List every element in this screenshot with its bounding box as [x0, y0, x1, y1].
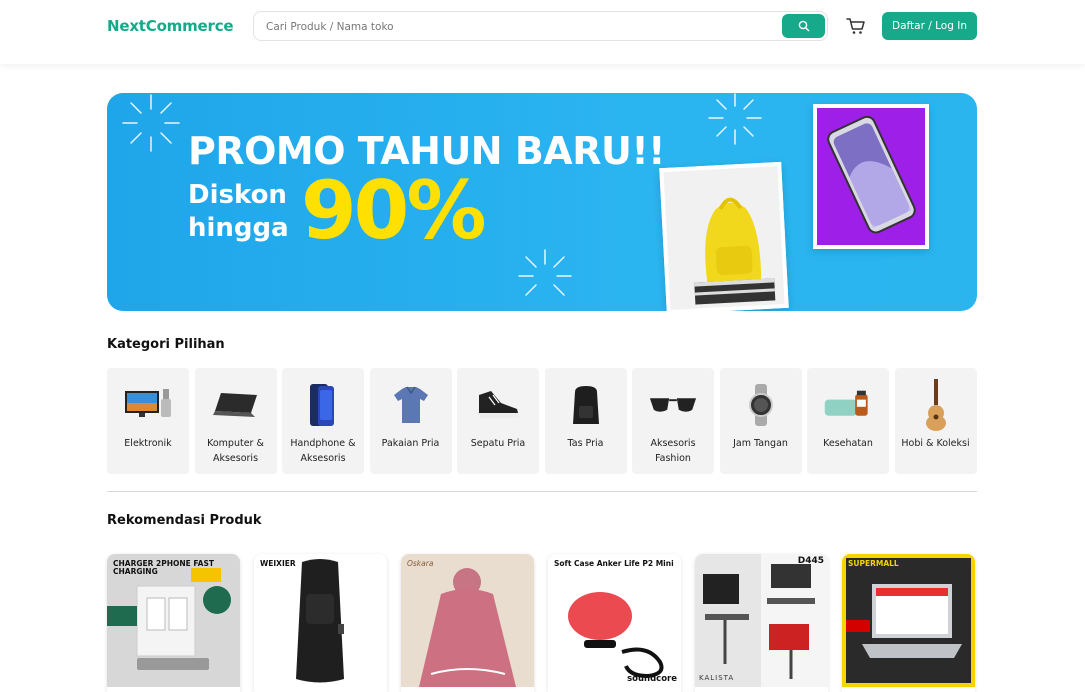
product-image [842, 554, 975, 687]
category-card-jam-tangan[interactable]: Jam Tangan [719, 368, 802, 474]
category-card-elektronik[interactable]: Elektronik [107, 368, 189, 474]
product-list: CHARGER 2PHONE FAST CHARGING WEIXIER Osk… [107, 554, 977, 692]
category-card-pakaian-pria[interactable]: Pakaian Pria [369, 368, 452, 474]
category-label: Sepatu Pria [470, 438, 526, 449]
product-card[interactable]: Soft Case Anker Life P2 Mini soundcore [548, 554, 681, 692]
category-label: Aksesoris Fashion [650, 438, 696, 464]
category-label: Pakaian Pria [381, 438, 440, 449]
top-header: NextCommerce Daftar / Log In [0, 0, 1085, 64]
banner-phone-photo [813, 104, 929, 249]
watch-icon [736, 382, 786, 428]
sunglasses-icon [648, 382, 698, 428]
search-icon [798, 20, 809, 32]
product-brand: KALISTA [699, 674, 735, 682]
site-logo[interactable]: NextCommerce [107, 17, 234, 35]
category-label: Handphone & Aksesoris [290, 438, 356, 464]
search-bar[interactable] [253, 11, 828, 41]
phone-icon [298, 382, 348, 428]
tv-icon [123, 382, 173, 428]
product-image [254, 554, 387, 687]
shoe-icon [473, 382, 523, 428]
product-card[interactable]: WEIXIER [254, 554, 387, 692]
category-label: Komputer & Aksesoris [207, 438, 264, 464]
register-login-button[interactable]: Daftar / Log In [882, 12, 977, 40]
category-card-sepatu-pria[interactable]: Sepatu Pria [457, 368, 539, 474]
category-card-tas-pria[interactable]: Tas Pria [544, 368, 627, 474]
search-button[interactable] [782, 14, 825, 38]
category-list: Elektronik Komputer & Aksesoris Handphon… [107, 368, 979, 474]
guitar-icon [911, 379, 961, 431]
banner-subtitle-line1: Diskon [188, 180, 287, 210]
product-code: D445 [797, 556, 824, 566]
search-input[interactable] [266, 18, 766, 35]
product-image [548, 554, 681, 687]
recommendation-section-title: Rekomendasi Produk [107, 513, 262, 528]
banner-backpack-photo [659, 161, 789, 311]
backpack-icon [561, 382, 611, 428]
product-caption: WEIXIER [260, 559, 296, 568]
product-image [401, 554, 534, 687]
category-label: Jam Tangan [733, 438, 788, 449]
product-caption: Oskara [407, 559, 434, 568]
shirt-icon [386, 382, 436, 428]
category-card-komputer[interactable]: Komputer & Aksesoris [194, 368, 277, 474]
category-card-aksesoris-fashion[interactable]: Aksesoris Fashion [632, 368, 714, 474]
banner-discount-percent: 90% [301, 164, 486, 257]
product-caption: CHARGER 2PHONE FAST CHARGING [113, 559, 214, 577]
product-image [695, 554, 828, 687]
product-card[interactable]: SUPERMALL [842, 554, 975, 692]
mask-icon [823, 382, 873, 428]
category-section-title: Kategori Pilihan [107, 337, 225, 352]
banner-subtitle-line2: hingga [188, 213, 289, 243]
laptop-icon [211, 382, 261, 428]
cart-icon [846, 18, 865, 34]
category-card-hobi-koleksi[interactable]: Hobi & Koleksi [894, 368, 977, 474]
product-card[interactable]: CHARGER 2PHONE FAST CHARGING [107, 554, 240, 692]
category-card-handphone[interactable]: Handphone & Aksesoris [282, 368, 364, 474]
product-caption: SUPERMALL [848, 559, 899, 568]
category-card-kesehatan[interactable]: Kesehatan [807, 368, 889, 474]
category-label: Elektronik [124, 438, 172, 449]
product-card[interactable]: D445 KALISTA [695, 554, 828, 692]
category-label: Kesehatan [823, 438, 873, 449]
section-divider [107, 491, 977, 492]
product-caption: Soft Case Anker Life P2 Mini [554, 559, 674, 568]
product-brand: soundcore [627, 674, 677, 684]
cart-button[interactable] [845, 15, 867, 37]
category-label: Tas Pria [567, 438, 604, 449]
promo-banner[interactable]: PROMO TAHUN BARU!! Diskon hingga 90% [107, 93, 977, 311]
category-label: Hobi & Koleksi [901, 438, 970, 449]
product-card[interactable]: Oskara [401, 554, 534, 692]
